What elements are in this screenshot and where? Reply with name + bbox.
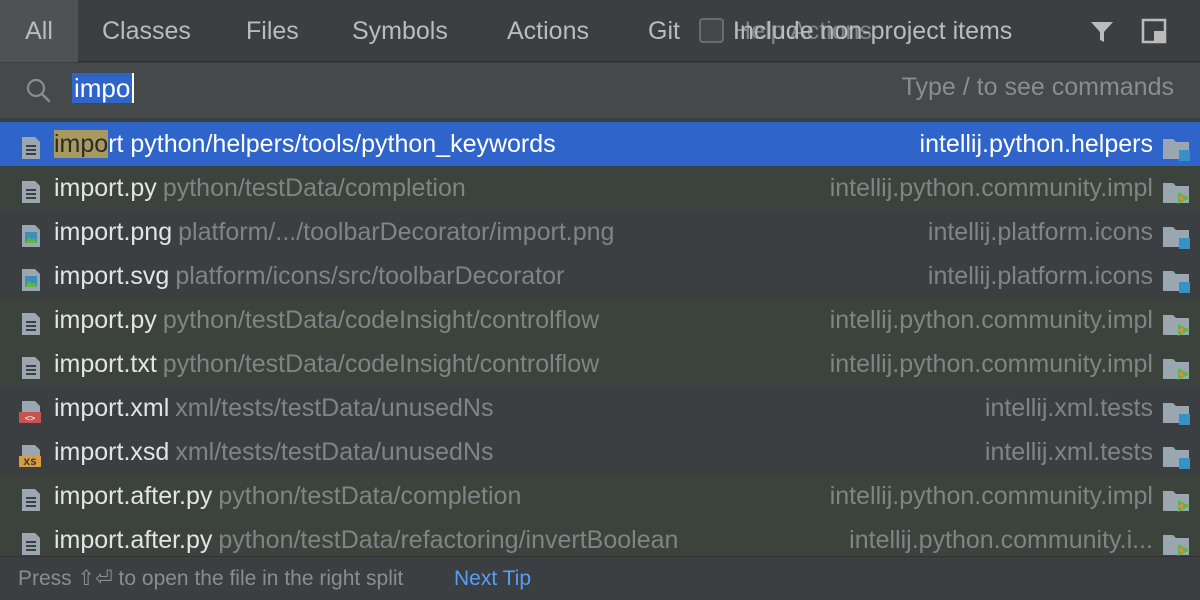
result-filename: import.svg <box>54 262 170 290</box>
result-path: platform/.../toolbarDecorator/import.png <box>178 218 615 246</box>
filter-icon[interactable] <box>1088 18 1116 46</box>
tab-actions[interactable]: Actions <box>507 0 589 62</box>
result-filename: import.py <box>54 174 157 202</box>
result-filename: import.xml <box>54 394 170 422</box>
preview-panel-icon[interactable] <box>1141 18 1167 44</box>
test-folder-icon <box>1162 352 1192 380</box>
result-path: python/testData/refactoring/invertBoolea… <box>218 526 679 554</box>
result-path: python/testData/codeInsight/controlflow <box>162 350 600 378</box>
text-file-icon <box>18 307 44 335</box>
next-tip-link[interactable]: Next Tip <box>454 557 531 600</box>
result-path: xml/tests/testData/unusedNs <box>175 438 494 466</box>
result-name: import.png platform/.../toolbarDecorator/… <box>54 210 614 254</box>
result-filename: import.txt <box>54 350 157 378</box>
tab-git[interactable]: Git <box>648 0 680 62</box>
tab-all[interactable]: All <box>0 0 78 62</box>
result-row[interactable]: import python/helpers/tools/python_keywo… <box>0 122 1200 166</box>
result-filename: import.py <box>54 306 157 334</box>
module-folder-icon <box>1162 440 1192 469</box>
tab-files[interactable]: Files <box>246 0 299 62</box>
result-module: intellij.platform.icons <box>927 218 1153 246</box>
search-icon <box>26 78 51 103</box>
tab-symbols[interactable]: Symbols <box>352 0 448 62</box>
xml-file-icon: <> <box>18 395 44 424</box>
result-module: intellij.python.community.impl <box>829 174 1153 202</box>
text-file-icon <box>18 527 44 555</box>
result-row[interactable]: import.svg platform/icons/src/toolbarDeco… <box>0 254 1200 298</box>
xsd-file-icon: XS <box>18 439 44 468</box>
image-file-icon <box>18 219 44 247</box>
search-hint: Type / to see commands <box>901 73 1174 101</box>
result-name: import.xml xml/tests/testData/unusedNs <box>54 386 494 430</box>
text-file-icon <box>18 351 44 379</box>
result-path: python/testData/completion <box>162 174 466 202</box>
result-filename: import.after.py <box>54 482 213 510</box>
result-name: import.after.py python/testData/completio… <box>54 474 521 518</box>
result-filename: import.png <box>54 218 173 246</box>
footer-tip-text: Press ⇧⏎ to open the file in the right s… <box>18 567 404 590</box>
tab-classes[interactable]: Classes <box>102 0 191 62</box>
result-name: import.txt python/testData/codeInsight/co… <box>54 342 599 386</box>
result-name: import.svg platform/icons/src/toolbarDeco… <box>54 254 564 298</box>
include-non-project-label[interactable]: Include non-project items <box>733 0 1012 62</box>
result-name: import.py python/testData/codeInsight/con… <box>54 298 599 342</box>
result-path: python/testData/completion <box>218 482 522 510</box>
module-folder-icon <box>1162 220 1192 249</box>
result-name: import.py python/testData/completion <box>54 166 466 210</box>
result-module: intellij.python.community.i... <box>849 526 1153 554</box>
test-folder-icon <box>1162 308 1192 336</box>
result-name: import python/helpers/tools/python_keywo… <box>54 122 556 166</box>
result-row[interactable]: import.py python/testData/codeInsight/con… <box>0 298 1200 342</box>
result-row[interactable]: import.after.py python/testData/completio… <box>0 474 1200 518</box>
search-query-text: impo <box>72 73 135 103</box>
result-module: intellij.platform.icons <box>927 262 1153 290</box>
search-row: impo Type / to see commands <box>0 63 1200 118</box>
result-module: intellij.xml.tests <box>984 394 1153 422</box>
result-module: intellij.python.community.impl <box>829 350 1153 378</box>
text-file-icon <box>18 131 44 159</box>
result-filename: import.xsd <box>54 438 170 466</box>
module-folder-icon <box>1162 132 1192 161</box>
results-list: import python/helpers/tools/python_keywo… <box>0 122 1200 556</box>
test-folder-icon <box>1162 528 1192 556</box>
result-path: xml/tests/testData/unusedNs <box>175 394 494 422</box>
match-highlight: impo <box>54 130 109 158</box>
result-module: intellij.xml.tests <box>984 438 1153 466</box>
result-filename: import.after.py <box>54 526 213 554</box>
result-row[interactable]: import.after.py python/testData/refactori… <box>0 518 1200 556</box>
result-row[interactable]: import.py python/testData/completion intel… <box>0 166 1200 210</box>
footer-tip: Press ⇧⏎ to open the file in the right s… <box>0 556 1200 600</box>
result-path: python/testData/codeInsight/controlflow <box>162 306 600 334</box>
image-file-icon <box>18 263 44 291</box>
result-filename: rt python/helpers/tools/python_keywords <box>108 130 556 158</box>
module-folder-icon <box>1162 264 1192 293</box>
result-row[interactable]: import.txt python/testData/codeInsight/co… <box>0 342 1200 386</box>
result-row[interactable]: <> import.xml xml/tests/testData/unusedNs i… <box>0 386 1200 430</box>
result-path: platform/icons/src/toolbarDecorator <box>175 262 565 290</box>
result-module: intellij.python.community.impl <box>829 306 1153 334</box>
include-non-project-checkbox[interactable] <box>699 18 724 43</box>
result-module: intellij.python.helpers <box>919 130 1153 158</box>
test-folder-icon <box>1162 176 1192 204</box>
test-folder-icon <box>1162 484 1192 512</box>
result-name: import.after.py python/testData/refactori… <box>54 518 678 556</box>
result-row[interactable]: import.png platform/.../toolbarDecorator/… <box>0 210 1200 254</box>
search-input[interactable]: impo <box>72 73 135 107</box>
result-module: intellij.python.community.impl <box>829 482 1153 510</box>
result-name: import.xsd xml/tests/testData/unusedNs <box>54 430 494 474</box>
text-file-icon <box>18 483 44 511</box>
search-everywhere-tabbar: All Classes Files Symbols Actions Git He… <box>0 0 1200 62</box>
svg-text:<>: <> <box>25 414 36 424</box>
svg-text:XS: XS <box>23 458 36 468</box>
result-row[interactable]: XS import.xsd xml/tests/testData/unusedNs i… <box>0 430 1200 474</box>
module-folder-icon <box>1162 396 1192 425</box>
text-file-icon <box>18 175 44 203</box>
